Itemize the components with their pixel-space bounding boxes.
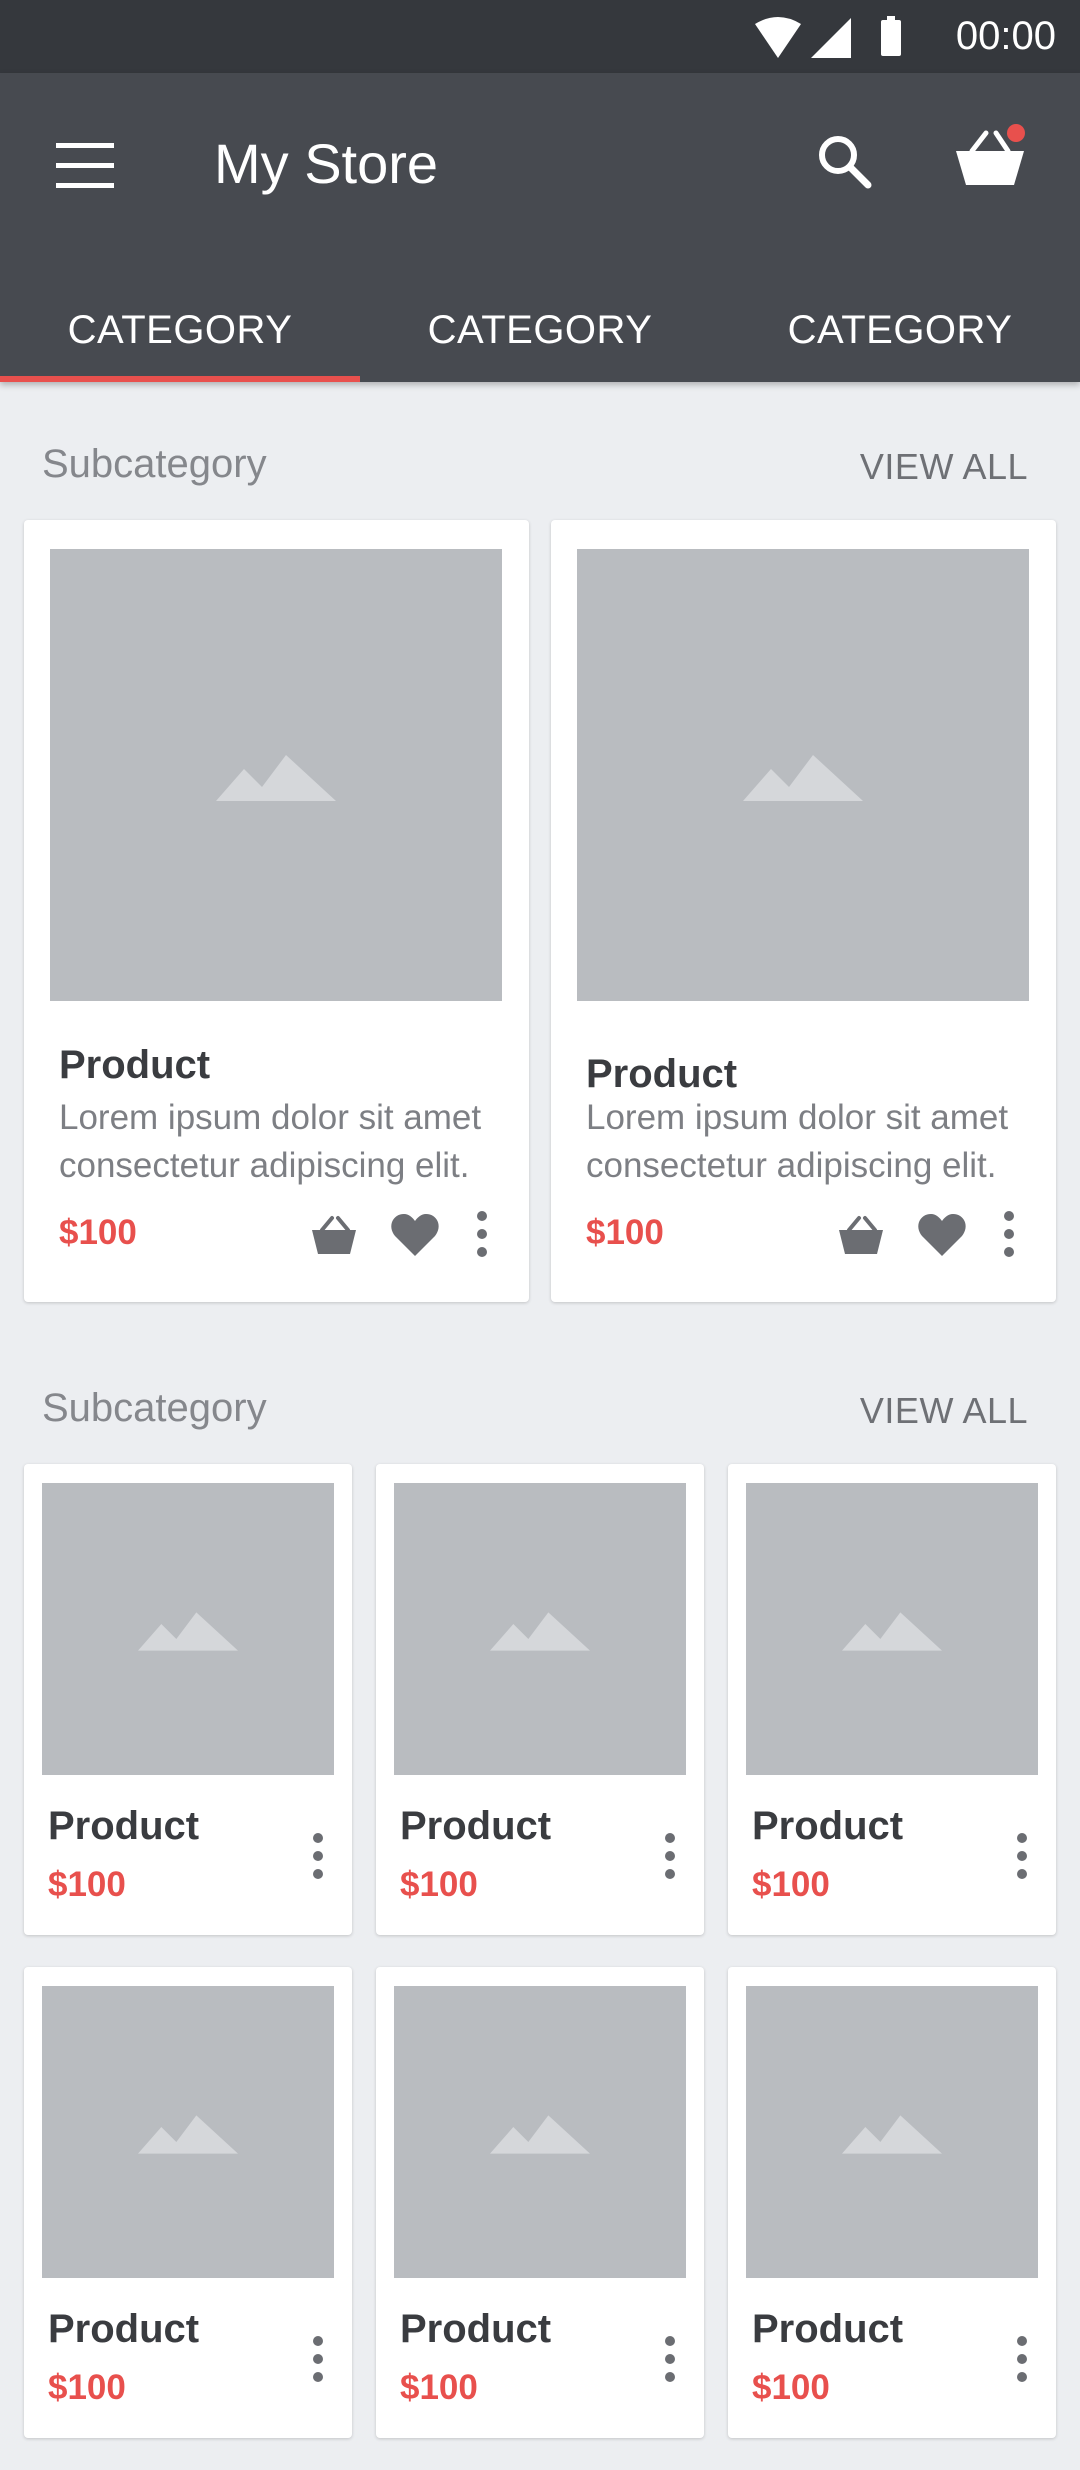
heart-icon	[391, 1214, 439, 1256]
cart-button[interactable]	[950, 119, 1030, 199]
image-placeholder-icon	[138, 2115, 238, 2154]
favorite-button[interactable]	[914, 1208, 970, 1264]
category-tabs: CATEGORY CATEGORY CATEGORY	[0, 273, 1080, 382]
image-placeholder-icon	[490, 1612, 590, 1651]
basket-icon	[839, 1216, 883, 1254]
image-placeholder-icon	[490, 2115, 590, 2154]
more-options-button[interactable]	[1002, 2331, 1042, 2391]
more-vertical-icon	[313, 1833, 323, 1879]
section-title: Subcategory	[42, 442, 267, 486]
more-vertical-icon	[1004, 1211, 1014, 1257]
tab-category-2[interactable]: CATEGORY	[360, 273, 720, 382]
more-options-button[interactable]	[1002, 1828, 1042, 1888]
section-title: Subcategory	[42, 1386, 267, 1430]
add-to-cart-button[interactable]	[833, 1208, 889, 1264]
more-options-button[interactable]	[991, 1208, 1027, 1264]
product-image	[394, 1986, 686, 2278]
image-placeholder-icon	[743, 755, 863, 801]
tab-label: CATEGORY	[787, 308, 1013, 352]
product-price: $100	[400, 1865, 478, 1904]
product-image	[746, 1986, 1038, 2278]
product-price: $100	[59, 1213, 137, 1252]
app-title: My Store	[214, 132, 439, 195]
product-description: Lorem ipsum dolor sit amet consectetur a…	[59, 1098, 482, 1185]
product-card[interactable]: Product Lorem ipsum dolor sit amet conse…	[551, 520, 1056, 1302]
more-options-button[interactable]	[650, 2331, 690, 2391]
section-header: Subcategory VIEW ALL	[0, 1386, 1080, 1446]
product-name: Product	[59, 1043, 211, 1087]
product-card[interactable]: Product $100	[728, 1967, 1056, 2438]
search-button[interactable]	[810, 127, 880, 197]
battery-icon	[881, 16, 901, 56]
product-card[interactable]: Product $100	[376, 1464, 704, 1935]
product-card[interactable]: Product Lorem ipsum dolor sit amet conse…	[24, 520, 529, 1302]
image-placeholder-icon	[842, 1612, 942, 1651]
more-options-button[interactable]	[298, 2331, 338, 2391]
product-image	[577, 549, 1029, 1001]
more-vertical-icon	[665, 1833, 675, 1879]
add-to-cart-button[interactable]	[306, 1208, 362, 1264]
signal-icon	[811, 18, 851, 58]
menu-button[interactable]	[52, 133, 122, 203]
image-placeholder-icon	[842, 2115, 942, 2154]
favorite-button[interactable]	[387, 1208, 443, 1264]
wifi-icon	[755, 17, 801, 58]
tab-label: CATEGORY	[427, 308, 653, 352]
heart-icon	[918, 1214, 966, 1256]
product-name: Product	[48, 1804, 200, 1848]
product-price: $100	[586, 1213, 664, 1252]
app-bar: My Store CATEGORY CATEGORY CATEGORY	[0, 73, 1080, 382]
product-name: Product	[400, 1804, 552, 1848]
product-image	[50, 549, 502, 1001]
more-vertical-icon	[665, 2336, 675, 2382]
product-image	[42, 1483, 334, 1775]
more-vertical-icon	[313, 2336, 323, 2382]
status-bar: 00:00	[0, 0, 1080, 73]
product-name: Product	[400, 2307, 552, 2351]
product-price: $100	[752, 1865, 830, 1904]
product-image	[394, 1483, 686, 1775]
product-name: Product	[586, 1052, 738, 1096]
product-card[interactable]: Product $100	[376, 1967, 704, 2438]
basket-icon	[956, 124, 1025, 185]
more-options-button[interactable]	[650, 1828, 690, 1888]
product-card[interactable]: Product $100	[728, 1464, 1056, 1935]
product-price: $100	[48, 1865, 126, 1904]
product-card[interactable]: Product $100	[24, 1464, 352, 1935]
more-options-button[interactable]	[298, 1828, 338, 1888]
view-all-link[interactable]: VIEW ALL	[860, 446, 1028, 488]
product-description: Lorem ipsum dolor sit amet consectetur a…	[586, 1098, 1009, 1185]
product-price: $100	[752, 2368, 830, 2407]
more-vertical-icon	[1017, 1833, 1027, 1879]
product-name: Product	[752, 2307, 904, 2351]
basket-icon	[312, 1216, 356, 1254]
status-time: 00:00	[955, 14, 1056, 58]
tab-category-1[interactable]: CATEGORY	[0, 273, 360, 382]
status-icons	[755, 16, 901, 58]
view-all-link[interactable]: VIEW ALL	[860, 1390, 1028, 1432]
image-placeholder-icon	[216, 755, 336, 801]
product-image	[746, 1483, 1038, 1775]
product-price: $100	[400, 2368, 478, 2407]
cart-badge	[1007, 124, 1025, 142]
search-icon	[819, 136, 872, 189]
product-name: Product	[48, 2307, 200, 2351]
image-placeholder-icon	[138, 1612, 238, 1651]
product-name: Product	[752, 1804, 904, 1848]
more-vertical-icon	[1017, 2336, 1027, 2382]
hamburger-menu-icon	[56, 143, 114, 188]
more-options-button[interactable]	[464, 1208, 500, 1264]
active-tab-indicator	[0, 376, 360, 382]
product-card[interactable]: Product $100	[24, 1967, 352, 2438]
tab-label: CATEGORY	[67, 308, 293, 352]
product-image	[42, 1986, 334, 2278]
more-vertical-icon	[477, 1211, 487, 1257]
tab-category-3[interactable]: CATEGORY	[720, 273, 1080, 382]
section-header: Subcategory VIEW ALL	[0, 442, 1080, 502]
product-price: $100	[48, 2368, 126, 2407]
